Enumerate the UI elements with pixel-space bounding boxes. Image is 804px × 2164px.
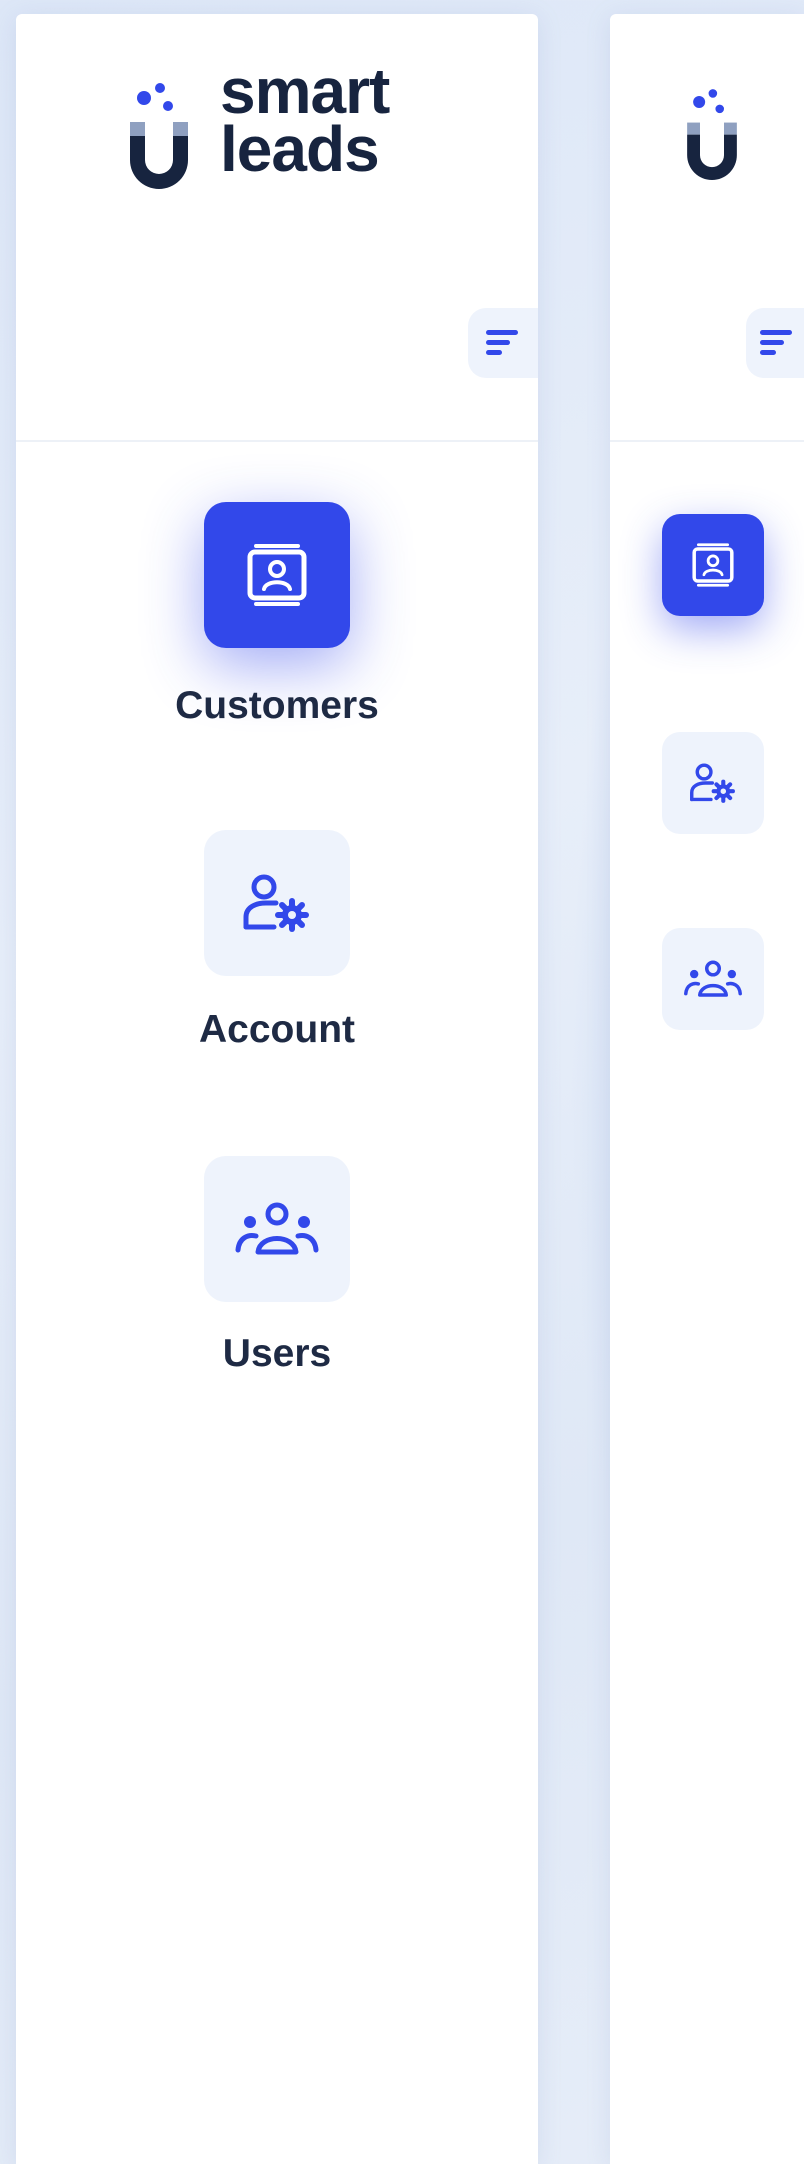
- customers-icon-box[interactable]: [204, 502, 350, 648]
- sidebar-item-label: Users: [222, 1332, 332, 1375]
- menu-lines-icon: [486, 330, 518, 355]
- brand-line2: leads: [220, 113, 380, 185]
- sidebar-collapsed: [610, 14, 804, 2164]
- sidebar-expanded: smart leads Customers Account Users: [16, 14, 538, 2164]
- users-icon-box[interactable]: [204, 1156, 350, 1302]
- sidebar-toggle-button[interactable]: [468, 308, 538, 378]
- sidebar-item-account[interactable]: [662, 732, 764, 834]
- contact-card-icon: [692, 543, 734, 587]
- user-settings-icon: [243, 874, 309, 932]
- magnet-logo-icon[interactable]: [682, 72, 742, 192]
- users-group-icon: [235, 1202, 319, 1255]
- sidebar-item-label: Customers: [175, 684, 379, 727]
- sidebar-item-customers[interactable]: [662, 514, 764, 616]
- brand-wordmark: smart leads: [220, 55, 390, 185]
- menu-lines-icon: [760, 330, 792, 355]
- header-divider: [16, 440, 538, 442]
- brand-logo[interactable]: smart leads: [124, 59, 444, 208]
- sidebar-item-label: Account: [199, 1008, 355, 1051]
- brand-line1: smart: [220, 55, 390, 127]
- sidebar-item-users[interactable]: [662, 928, 764, 1030]
- magnet-logo-icon: [130, 83, 188, 189]
- users-group-icon: [684, 960, 742, 997]
- user-settings-icon: [690, 763, 735, 803]
- contact-card-icon: [247, 544, 307, 606]
- account-icon-box[interactable]: [204, 830, 350, 976]
- header-divider: [610, 440, 804, 442]
- sidebar-toggle-button[interactable]: [746, 308, 804, 378]
